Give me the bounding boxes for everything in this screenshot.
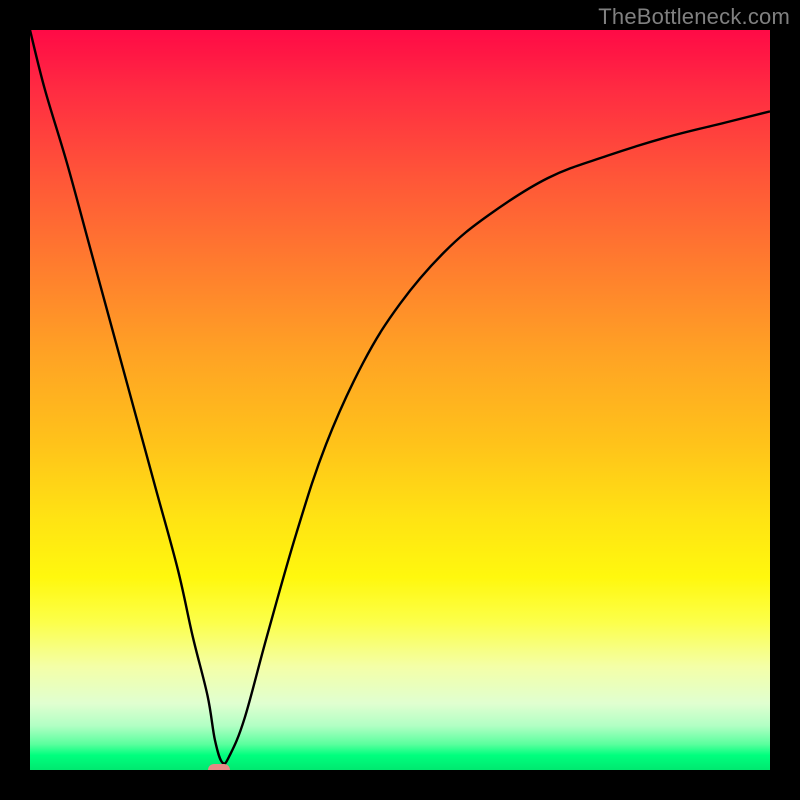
bottleneck-curve: [30, 30, 770, 764]
watermark-text: TheBottleneck.com: [598, 4, 790, 30]
curve-layer: [30, 30, 770, 770]
plot-area: [30, 30, 770, 770]
chart-frame: TheBottleneck.com: [0, 0, 800, 800]
optimum-marker: [208, 764, 230, 770]
